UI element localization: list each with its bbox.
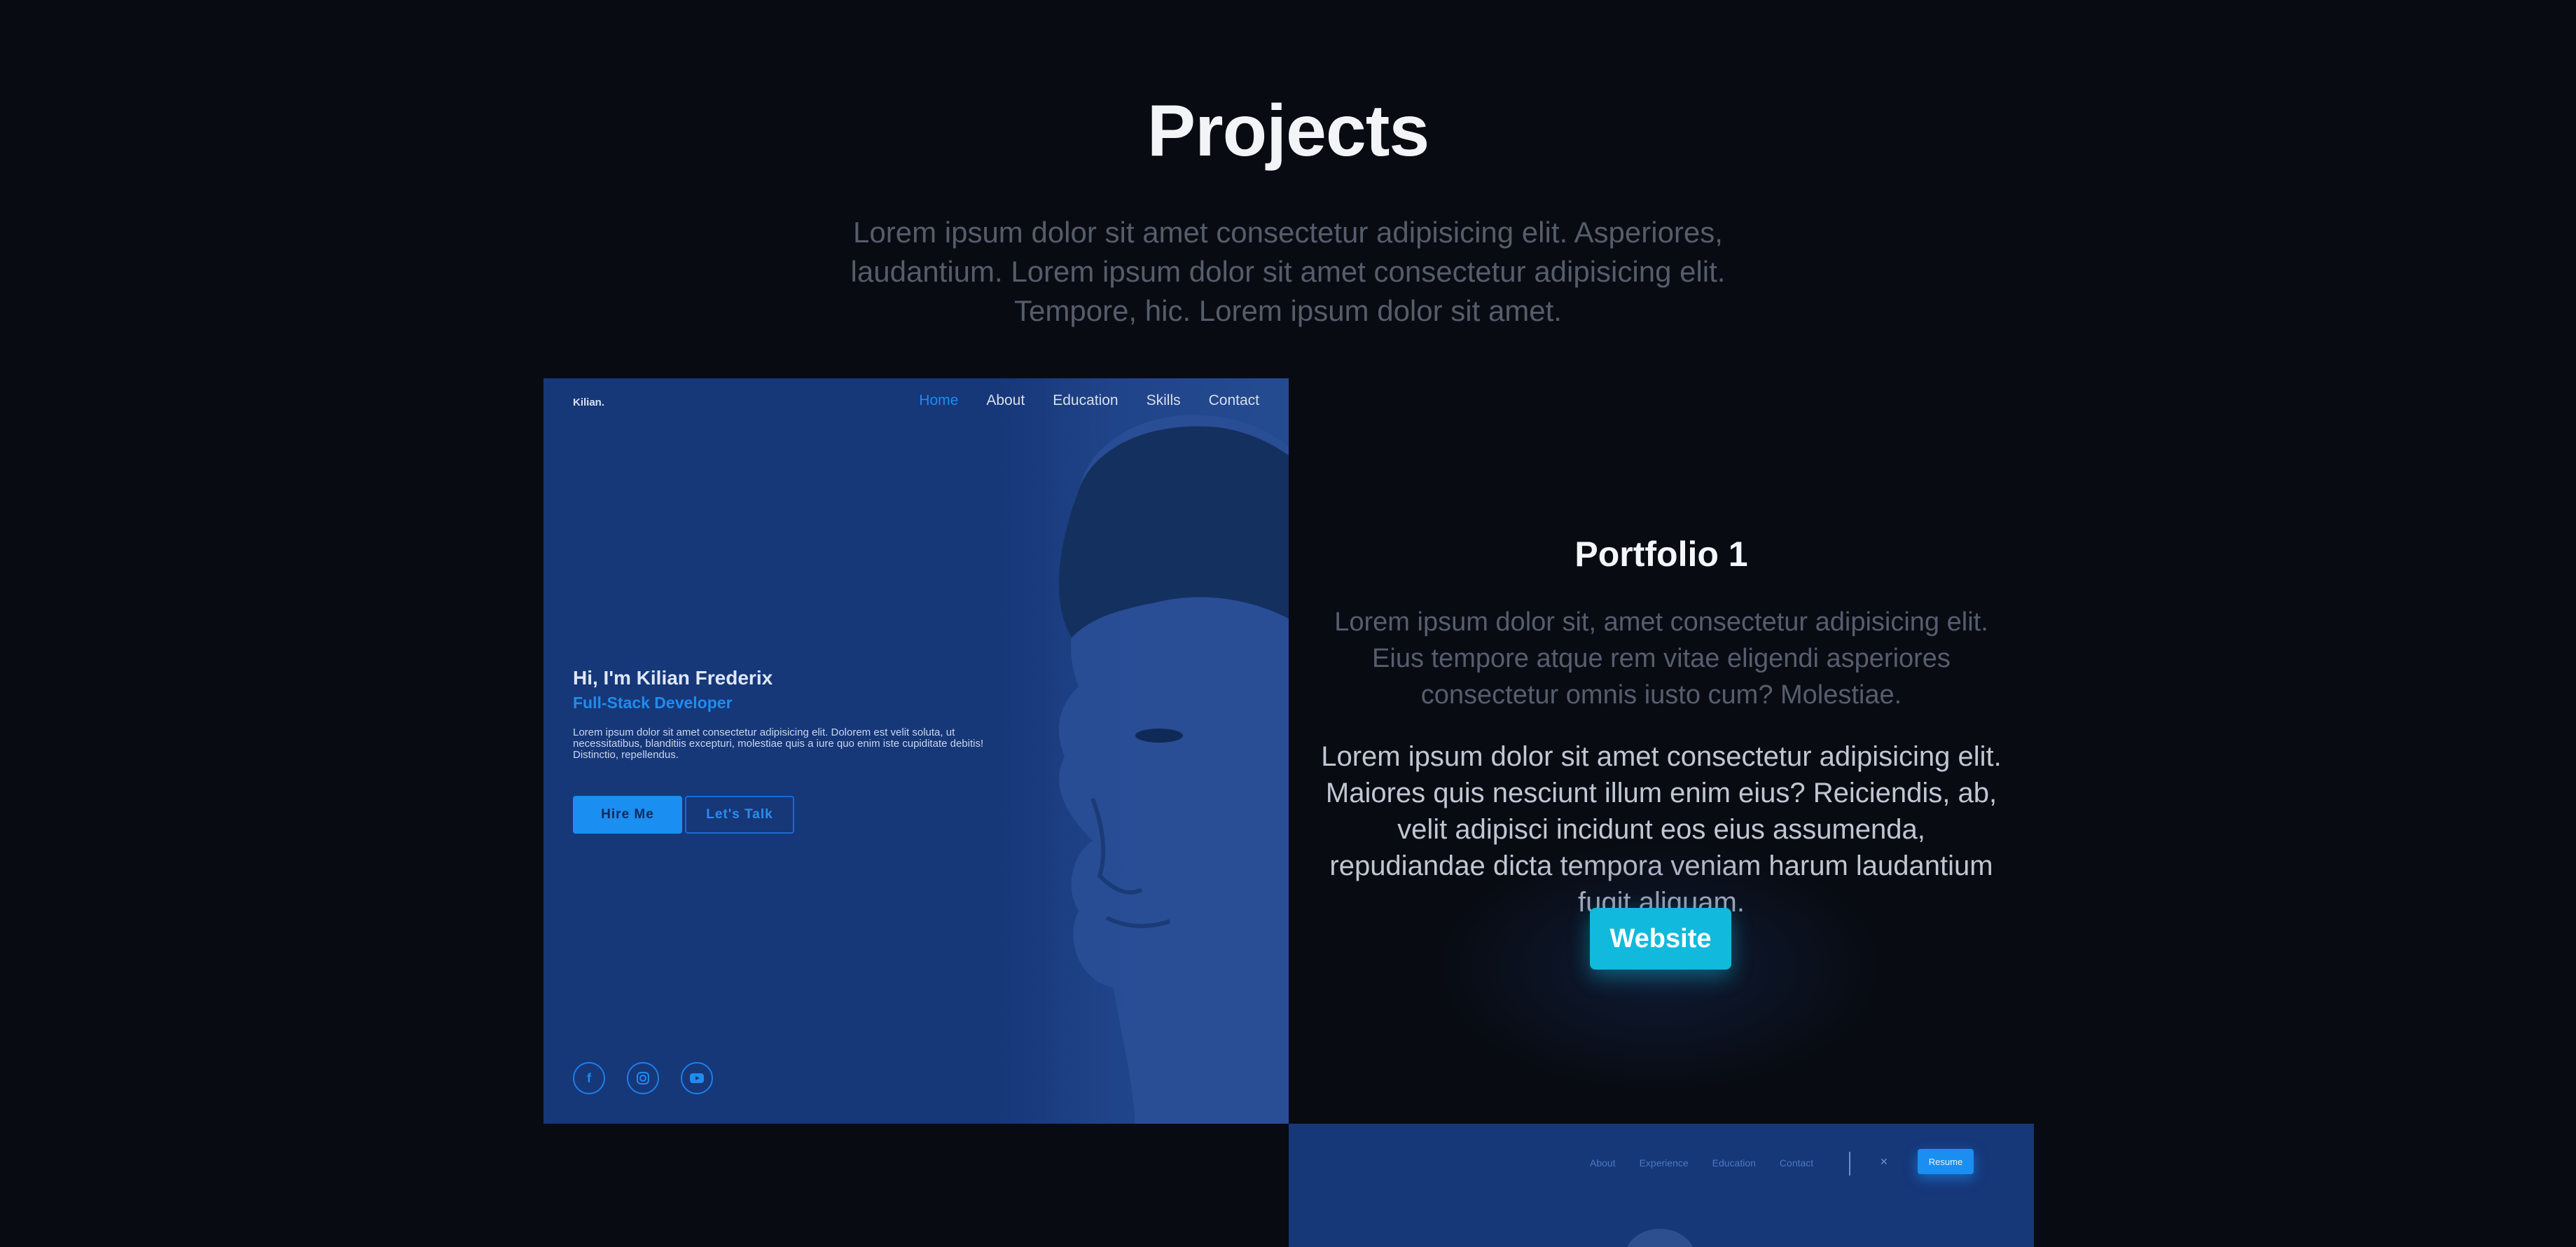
project-1-screenshot[interactable]: Kilian. Home About Education Skills Cont… [543,378,1289,1124]
screenshot-logo: Kilian. [573,397,605,408]
portrait-image [1058,415,1289,1124]
portrait-image [1625,1229,1695,1247]
youtube-icon[interactable] [681,1062,713,1094]
screenshot-nav-home[interactable]: Home [919,392,958,409]
hire-me-button[interactable]: Hire Me [573,796,682,834]
resume-button[interactable]: Resume [1918,1149,1974,1174]
section-title: Projects [1147,90,1429,172]
section-intro: Lorem ipsum dolor sit amet consectetur a… [850,216,1726,327]
project-1-title: Portfolio 1 [1574,535,1748,574]
screenshot-nav-contact[interactable]: Contact [1209,392,1259,409]
instagram-icon[interactable] [627,1062,659,1094]
screenshot-nav-about[interactable]: About [986,392,1025,409]
project-2-nav-education[interactable]: Education [1712,1157,1756,1169]
screenshot-nav-skills[interactable]: Skills [1147,392,1181,409]
nav-divider [1849,1152,1850,1176]
project-2-screenshot[interactable]: About Experience Education Contact ✕ Res… [1289,1124,2034,1247]
project-2-nav-about[interactable]: About [1590,1157,1616,1169]
facebook-icon[interactable]: f [573,1062,605,1094]
project-1-description: Lorem ipsum dolor sit, amet consectetur … [1334,607,1988,710]
close-icon[interactable]: ✕ [1880,1156,1888,1168]
hero-role: Full-Stack Developer [573,694,733,712]
project-2-nav-experience[interactable]: Experience [1640,1157,1689,1169]
lets-talk-button[interactable]: Let's Talk [685,796,794,834]
project-2-nav: About Experience Education Contact [1590,1157,1813,1169]
hero-greeting: Hi, I'm Kilian Frederix [573,667,773,689]
hero-text: Lorem ipsum dolor sit amet consectetur a… [573,726,984,761]
website-button[interactable]: Website [1590,908,1731,970]
projects-page: Projects Lorem ipsum dolor sit amet cons… [0,0,2576,1247]
screenshot-nav-education[interactable]: Education [1053,392,1118,409]
screenshot-nav: Home About Education Skills Contact [919,392,1259,409]
project-2-nav-contact[interactable]: Contact [1780,1157,1813,1169]
